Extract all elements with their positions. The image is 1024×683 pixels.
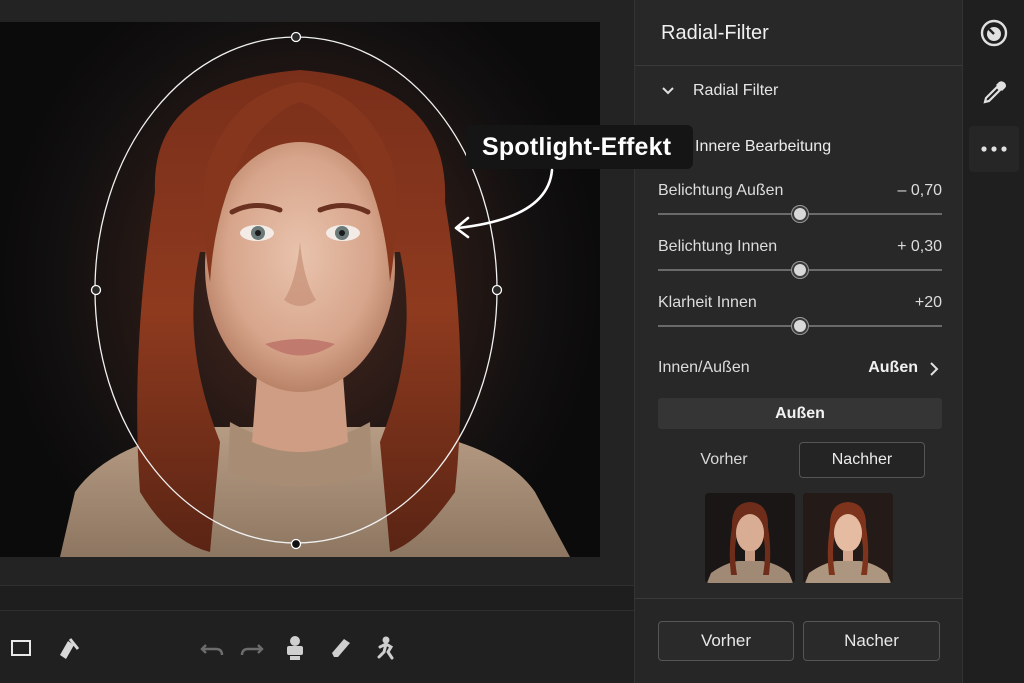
- inout-value: Außen: [868, 359, 918, 376]
- figure-icon[interactable]: [370, 633, 400, 663]
- radial-handle-top[interactable]: [290, 31, 302, 43]
- section-label: Radial Filter: [693, 82, 779, 99]
- redo-icon[interactable]: [236, 633, 266, 663]
- radial-handle-right[interactable]: [491, 284, 503, 296]
- callout-arrow-icon: [454, 168, 554, 239]
- undo-icon[interactable]: [198, 633, 228, 663]
- chevron-right-icon: [930, 362, 939, 376]
- aussen-button[interactable]: Außen: [658, 398, 942, 429]
- subsection-label: Innere Bearbeitung: [695, 138, 832, 155]
- more-icon[interactable]: [969, 126, 1019, 172]
- slider-belichtung-aussen: Belichtung Außen – 0,70: [658, 182, 942, 228]
- section-radial-filter[interactable]: Radial Filter: [635, 70, 963, 114]
- slider-belichtung-innen: Belichtung Innen + 0,30: [658, 238, 942, 284]
- photo-canvas[interactable]: [0, 22, 600, 557]
- canvas-area: Spotlight-Effekt: [0, 0, 693, 683]
- thumbnail-after-image: [803, 493, 893, 583]
- inout-label: Innen/Außen: [658, 359, 750, 376]
- footer-vorher-button[interactable]: Vorher: [658, 621, 794, 661]
- thumbnail-before[interactable]: [705, 493, 795, 583]
- stamp-icon[interactable]: [280, 633, 310, 663]
- slider-value: + 0,30: [897, 238, 942, 255]
- tab-nachher[interactable]: Nachher: [799, 442, 925, 478]
- slider-klarheit-innen: Klarheit Innen +20: [658, 294, 942, 340]
- slider-label: Belichtung Innen: [658, 238, 778, 255]
- eraser-icon[interactable]: [326, 633, 356, 663]
- tool-rail: [962, 0, 1024, 683]
- filmstrip: [0, 585, 634, 611]
- radial-handle-bottom[interactable]: [290, 538, 302, 550]
- radial-filter-overlay[interactable]: [0, 22, 600, 557]
- chevron-down-icon: [662, 87, 674, 95]
- slider-thumb[interactable]: [792, 318, 808, 334]
- adjustment-panel: Radial-Filter Radial Filter Innere Bearb…: [634, 0, 963, 683]
- bottom-toolbar: [0, 611, 634, 683]
- panel-header: Radial-Filter: [635, 0, 963, 66]
- slider-thumb[interactable]: [792, 262, 808, 278]
- crop-icon[interactable]: [6, 633, 36, 663]
- brush-icon[interactable]: [54, 633, 84, 663]
- slider-label: Belichtung Außen: [658, 182, 784, 199]
- footer-nacher-button[interactable]: Nacher: [803, 621, 940, 661]
- radial-filter-icon[interactable]: [969, 10, 1019, 56]
- slider-label: Klarheit Innen: [658, 294, 757, 311]
- eyedropper-icon[interactable]: [969, 70, 1019, 116]
- inout-selector[interactable]: Innen/Außen Außen: [658, 356, 942, 382]
- tab-vorher[interactable]: Vorher: [675, 442, 773, 478]
- panel-title: Radial-Filter: [661, 22, 769, 44]
- radial-handle-left[interactable]: [90, 284, 102, 296]
- thumbnail-before-image: [705, 493, 795, 583]
- panel-footer: Vorher Nacher: [635, 598, 963, 683]
- slider-thumb[interactable]: [792, 206, 808, 222]
- slider-value: +20: [914, 294, 942, 311]
- thumbnail-after[interactable]: [803, 493, 893, 583]
- slider-value: – 0,70: [897, 182, 942, 199]
